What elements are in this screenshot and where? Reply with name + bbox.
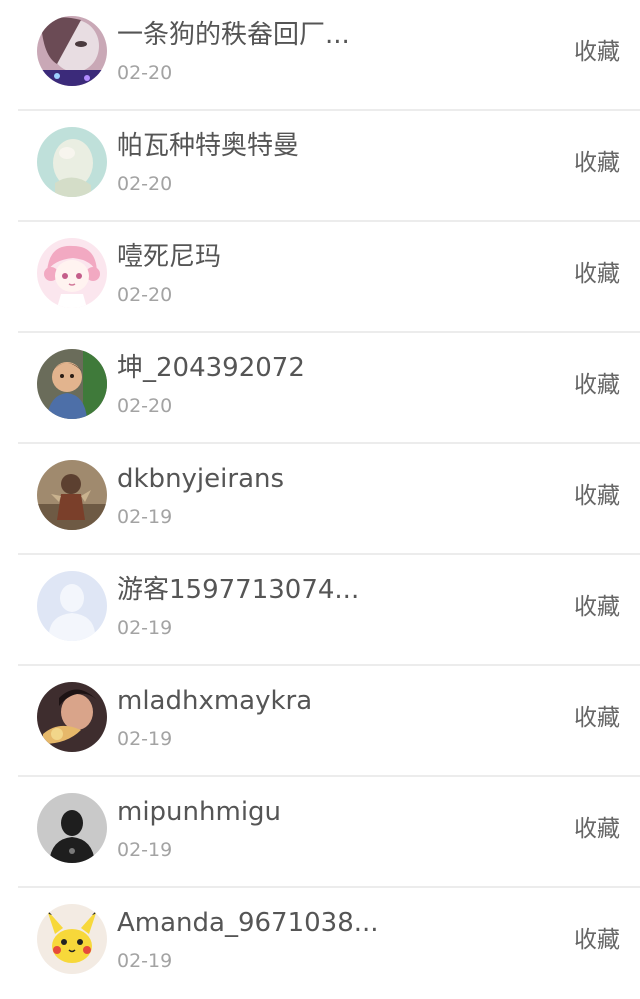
list-item[interactable]: 一条狗的秩畚回厂... 02-20 收藏 [0,0,640,111]
avatar-girl-photo-icon[interactable] [37,16,107,86]
user-name: mladhxmaykra [117,686,313,716]
list-item[interactable]: 噎死尼玛 02-20 收藏 [0,222,640,333]
user-name: dkbnyjeirans [117,464,285,494]
list-item[interactable]: Amanda_9671038... 02-19 收藏 [0,888,640,999]
avatar-pikachu-icon[interactable] [37,904,107,974]
post-date: 02-19 [117,950,173,972]
list-item[interactable]: 帕瓦种特奥特曼 02-20 收藏 [0,111,640,222]
post-date: 02-19 [117,728,173,750]
favorite-button[interactable]: 收藏 [574,368,620,402]
user-name: Amanda_9671038... [117,908,379,938]
post-date: 02-19 [117,617,173,639]
post-date: 02-20 [117,173,173,195]
list-item[interactable]: mladhxmaykra 02-19 收藏 [0,666,640,777]
avatar-teal-photo-icon[interactable] [37,127,107,197]
user-name: mipunhmigu [117,797,282,827]
list-item[interactable]: dkbnyjeirans 02-19 收藏 [0,444,640,555]
user-name: 游客1597713074... [117,575,360,605]
list-item[interactable]: 游客1597713074... 02-19 收藏 [0,555,640,666]
user-list: 一条狗的秩畚回厂... 02-20 收藏 帕瓦种特奥特曼 02-20 收藏 噎死… [0,0,640,984]
favorite-button[interactable]: 收藏 [574,923,620,957]
avatar-sepia-photo-icon[interactable] [37,460,107,530]
avatar-anime-girl-icon[interactable] [37,238,107,308]
favorite-button[interactable]: 收藏 [574,35,620,69]
avatar-dark-photo-icon[interactable] [37,682,107,752]
favorite-button[interactable]: 收藏 [574,812,620,846]
avatar-child-photo-icon[interactable] [37,349,107,419]
user-name: 坤_204392072 [117,353,305,383]
user-name: 噎死尼玛 [117,242,222,272]
post-date: 02-19 [117,839,173,861]
favorite-button[interactable]: 收藏 [574,257,620,291]
post-date: 02-20 [117,395,173,417]
post-date: 02-20 [117,62,173,84]
avatar-silhouette-icon[interactable] [37,793,107,863]
post-date: 02-20 [117,284,173,306]
post-date: 02-19 [117,506,173,528]
favorite-button[interactable]: 收藏 [574,146,620,180]
favorite-button[interactable]: 收藏 [574,701,620,735]
avatar-default-user-icon[interactable] [37,571,107,641]
favorite-button[interactable]: 收藏 [574,590,620,624]
user-name: 帕瓦种特奥特曼 [117,131,300,161]
user-name: 一条狗的秩畚回厂... [117,20,350,50]
favorite-button[interactable]: 收藏 [574,479,620,513]
list-item[interactable]: 坤_204392072 02-20 收藏 [0,333,640,444]
list-item[interactable]: mipunhmigu 02-19 收藏 [0,777,640,888]
